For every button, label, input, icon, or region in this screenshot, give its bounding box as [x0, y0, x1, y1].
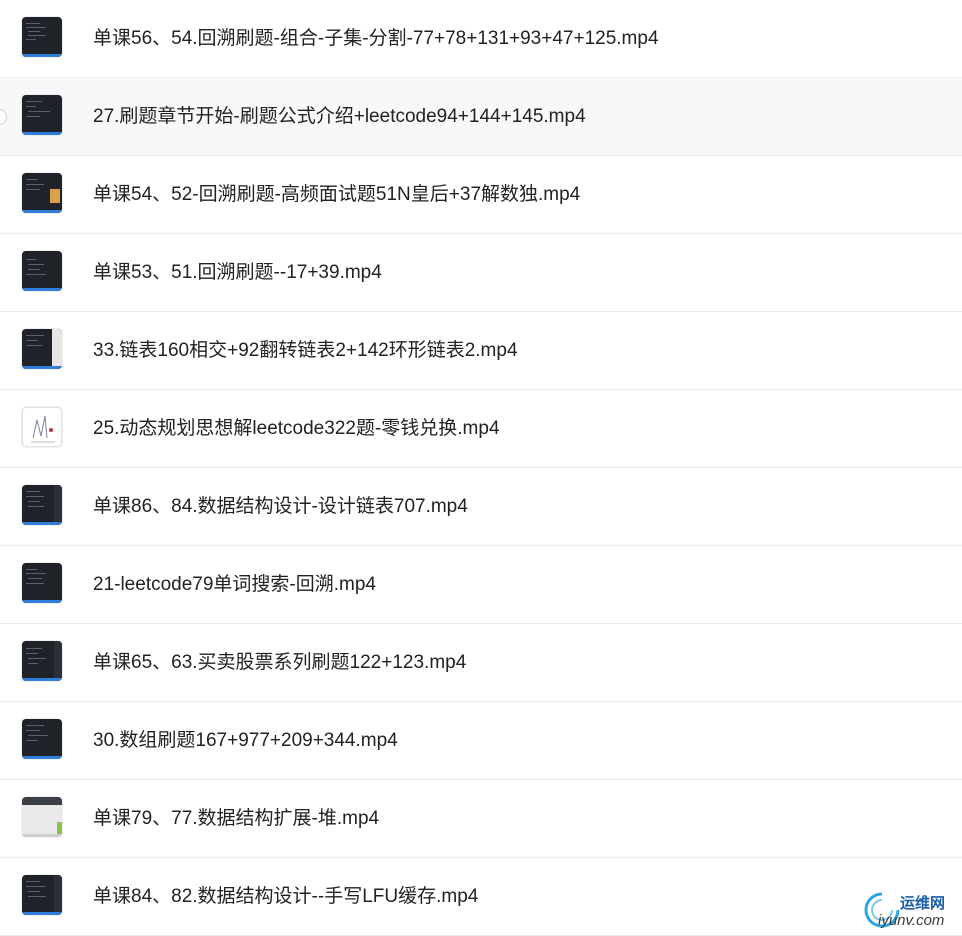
- file-row[interactable]: 33.链表160相交+92翻转链表2+142环形链表2.mp4: [0, 312, 962, 390]
- video-thumbnail-icon: [22, 95, 62, 135]
- watermark-bottom-text: iyunv.com: [878, 912, 945, 929]
- file-name: 单课86、84.数据结构设计-设计链表707.mp4: [93, 496, 468, 517]
- file-row[interactable]: 单课53、51.回溯刷题--17+39.mp4: [0, 234, 962, 312]
- sketch-icon: [31, 415, 55, 443]
- file-row[interactable]: 单课79、77.数据结构扩展-堆.mp4: [0, 780, 962, 858]
- file-row[interactable]: 27.刷题章节开始-刷题公式介绍+leetcode94+144+145.mp4: [0, 78, 962, 156]
- video-thumbnail-icon: [22, 641, 62, 681]
- video-thumbnail-icon: [22, 251, 62, 291]
- file-name: 25.动态规划思想解leetcode322题-零钱兑换.mp4: [93, 418, 500, 439]
- site-watermark: 运维网 iyunv.com: [860, 888, 960, 932]
- file-name: 单课79、77.数据结构扩展-堆.mp4: [93, 808, 380, 829]
- file-name: 单课56、54.回溯刷题-组合-子集-分割-77+78+131+93+47+12…: [93, 28, 659, 49]
- file-name: 单课54、52-回溯刷题-高频面试题51N皇后+37解数独.mp4: [93, 184, 581, 205]
- video-thumbnail-icon: [22, 485, 62, 525]
- video-thumbnail-icon: [22, 17, 62, 57]
- file-row[interactable]: 单课56、54.回溯刷题-组合-子集-分割-77+78+131+93+47+12…: [0, 0, 962, 78]
- file-row[interactable]: 30.数组刷题167+977+209+344.mp4: [0, 702, 962, 780]
- file-row[interactable]: 单课84、82.数据结构设计--手写LFU缓存.mp4: [0, 858, 962, 936]
- chessboard-icon: [50, 189, 60, 203]
- select-radio[interactable]: [0, 109, 7, 125]
- file-row[interactable]: 25.动态规划思想解leetcode322题-零钱兑换.mp4: [0, 390, 962, 468]
- video-thumbnail-icon: [22, 719, 62, 759]
- watermark-top-text: 运维网: [900, 895, 946, 912]
- video-thumbnail-icon: [22, 875, 62, 915]
- file-row[interactable]: 21-leetcode79单词搜索-回溯.mp4: [0, 546, 962, 624]
- video-thumbnail-icon: [22, 797, 62, 837]
- file-row[interactable]: 单课54、52-回溯刷题-高频面试题51N皇后+37解数独.mp4: [0, 156, 962, 234]
- file-name: 单课84、82.数据结构设计--手写LFU缓存.mp4: [93, 886, 479, 907]
- file-name: 27.刷题章节开始-刷题公式介绍+leetcode94+144+145.mp4: [93, 106, 586, 127]
- file-row[interactable]: 单课86、84.数据结构设计-设计链表707.mp4: [0, 468, 962, 546]
- file-name: 单课65、63.买卖股票系列刷题122+123.mp4: [93, 652, 467, 673]
- file-name: 单课53、51.回溯刷题--17+39.mp4: [93, 262, 382, 283]
- file-name: 30.数组刷题167+977+209+344.mp4: [93, 730, 398, 751]
- video-thumbnail-icon: [22, 407, 62, 447]
- file-name: 21-leetcode79单词搜索-回溯.mp4: [93, 574, 376, 595]
- file-name: 33.链表160相交+92翻转链表2+142环形链表2.mp4: [93, 340, 518, 361]
- file-row[interactable]: 单课65、63.买卖股票系列刷题122+123.mp4: [0, 624, 962, 702]
- video-thumbnail-icon: [22, 563, 62, 603]
- video-thumbnail-icon: [22, 173, 62, 213]
- file-list: 单课56、54.回溯刷题-组合-子集-分割-77+78+131+93+47+12…: [0, 0, 962, 936]
- video-thumbnail-icon: [22, 329, 62, 369]
